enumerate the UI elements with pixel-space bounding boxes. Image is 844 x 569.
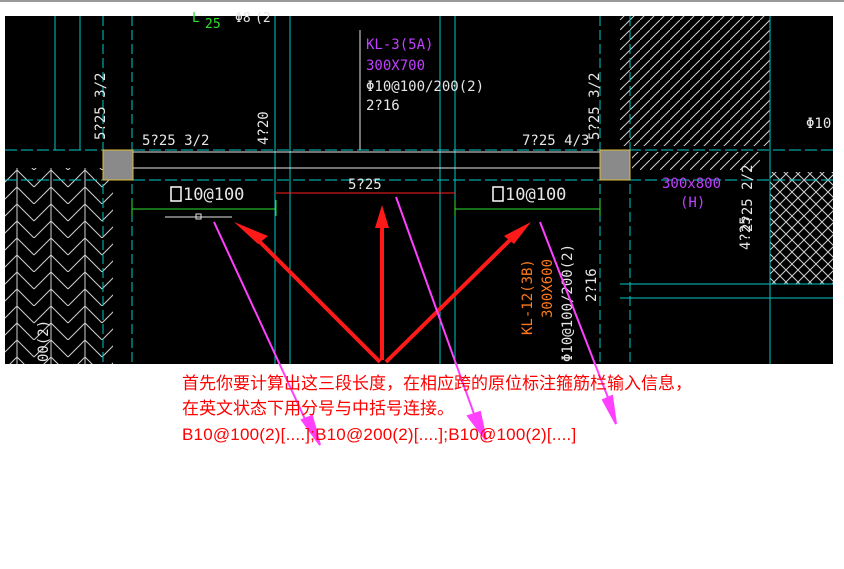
- top-left-label-3: Φ8: [235, 11, 251, 26]
- right-beam-size: 300x800: [662, 176, 721, 192]
- kl3-top-bars: 2?16: [366, 98, 400, 114]
- right-beam-suffix: (H): [680, 195, 705, 211]
- kl12-size: 300X600: [540, 259, 556, 318]
- mid-span-rebar: 5?25: [348, 177, 382, 193]
- top-left-label-1: L: [192, 11, 200, 26]
- note-line-2: 在英文状态下用分号与中括号连接。: [182, 399, 454, 419]
- kl12-name: KL-12(3B): [520, 259, 536, 335]
- cad-drawing-canvas[interactable]: L 25 Φ8 (2 KL-3(5A) 300X700 Φ10@100/200(…: [0, 0, 844, 569]
- column-left[interactable]: [102, 149, 134, 181]
- column-right[interactable]: [599, 149, 631, 181]
- kl3-size: 300X700: [366, 58, 425, 74]
- left-support-rebar: 5?25 3/2: [142, 133, 209, 149]
- right-side-rebar-b: 4?25: [738, 216, 754, 250]
- top-left-label-4: (2: [255, 11, 271, 26]
- top-left-label-2: 25: [205, 17, 221, 32]
- right-vertical-rebar: 5?25 3/2: [587, 73, 603, 140]
- right-stirrup-text: 10@100: [505, 185, 566, 205]
- instruction-note: 首先你要计算出这三段长度，在相应跨的原位标注箍筋栏输入信息， 在英文状态下用分号…: [182, 372, 842, 447]
- kl12-top-bars: 2?16: [584, 268, 600, 302]
- left-top-rebar: 5?25 3/2: [93, 73, 109, 140]
- hatch-region-left: [5, 168, 113, 364]
- left-stirrup-text: 10@100: [183, 185, 244, 205]
- kl3-name: KL-3(5A): [366, 37, 433, 53]
- kl3-stirrup: Φ10@100/200(2): [366, 79, 484, 95]
- note-line-3: B10@100(2)[....];B10@200(2)[....];B10@10…: [182, 425, 577, 444]
- right-support-rebar: 7?25 4/3: [522, 133, 589, 149]
- far-right-label: Φ10: [806, 116, 831, 132]
- kl12-stirrup: Φ10@100/200(2): [560, 244, 576, 362]
- hatch-region-right: [770, 172, 833, 284]
- note-line-1: 首先你要计算出这三段长度，在相应跨的原位标注箍筋栏输入信息，: [182, 374, 692, 394]
- left-edge-label: 00(2): [36, 320, 52, 362]
- hatch-region-top-right: [620, 16, 770, 146]
- left-vertical-rebar: 4?20: [256, 111, 272, 145]
